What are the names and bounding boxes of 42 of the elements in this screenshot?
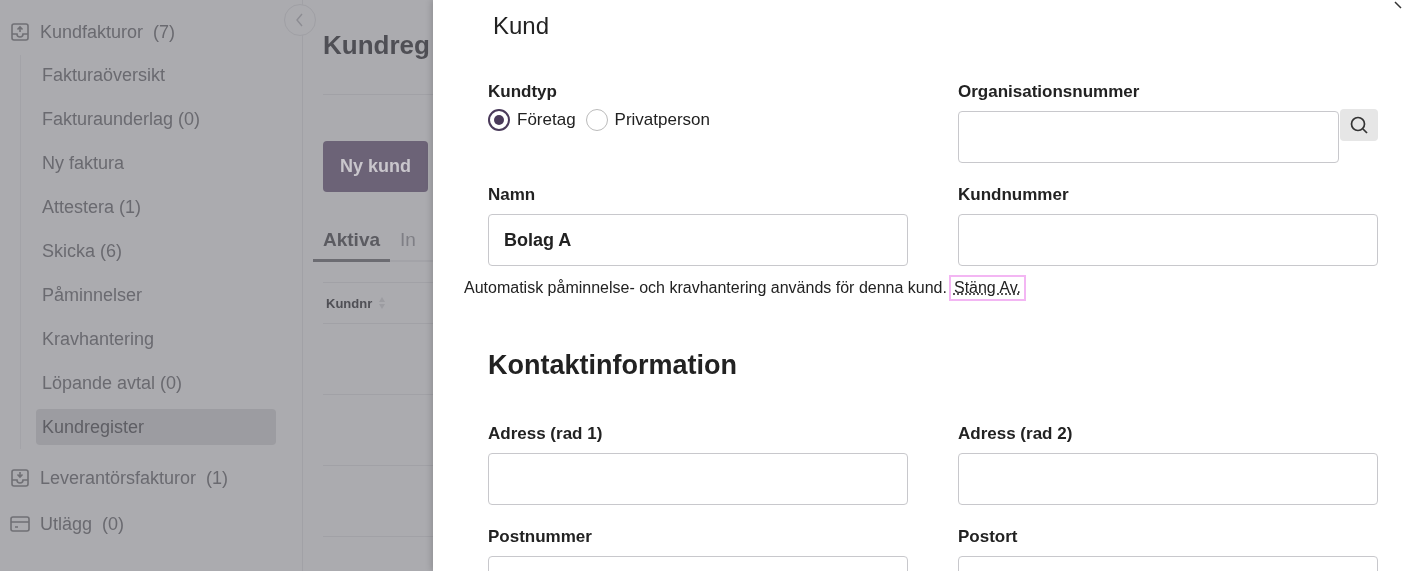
sidebar-item[interactable]: Löpande avtal (0) [36, 365, 276, 401]
new-customer-button[interactable]: Ny kund [323, 141, 428, 192]
radio-label[interactable]: Privatperson [614, 110, 711, 130]
page-title: Kundreg [323, 30, 430, 62]
search-icon [1349, 115, 1370, 135]
radio-label[interactable]: Företag [517, 110, 576, 130]
sidebar-item[interactable]: Attestera (1) [36, 189, 276, 225]
collapse-button[interactable] [284, 4, 316, 36]
sidebar-item[interactable]: Fakturaunderlag (0) [36, 101, 276, 137]
field-label: Adress (rad 1) [488, 424, 604, 444]
sidebar-item[interactable]: Skicka (6) [36, 233, 276, 269]
field-label: Kundtyp [488, 82, 558, 102]
sidebar-group-item[interactable]: Leverantörsfakturor (1) [0, 455, 229, 501]
notice-text: Automatisk påminnelse- och kravhantering används för denna kund. [464, 279, 947, 297]
input-field[interactable] [958, 453, 1378, 505]
upload-tray-icon [10, 22, 30, 42]
panel-title: Kund [493, 12, 551, 41]
input-field[interactable]: Bolag A [488, 214, 908, 266]
field-label: Postort [958, 527, 1019, 547]
sidebar-group-item[interactable]: Utlägg (0) [0, 501, 125, 547]
field-label: Organisationsnummer [958, 82, 1141, 102]
radio-button[interactable] [488, 109, 510, 131]
input-field[interactable] [958, 214, 1378, 266]
sidebar-item[interactable]: Fakturaöversikt [36, 57, 276, 93]
search-button[interactable] [1340, 109, 1378, 141]
sidebar-item[interactable]: Kravhantering [36, 321, 276, 357]
column-header[interactable]: Kundnr [326, 295, 373, 311]
input-field[interactable] [958, 111, 1340, 163]
field-label: Namn [488, 185, 537, 205]
sidebar-group-item[interactable]: Kundfakturor (7) [0, 9, 176, 55]
download-tray-icon [10, 468, 30, 488]
input-field[interactable] [488, 453, 908, 505]
turn-off-link[interactable]: Stäng Av. [948, 275, 1026, 301]
field-label: Kundnummer [958, 185, 1070, 205]
card-icon [10, 515, 30, 533]
sidebar-item[interactable]: Ny faktura [36, 145, 276, 181]
section-heading: Kontaktinformation [488, 350, 738, 382]
field-label: Postnummer [488, 527, 593, 547]
field-label: Adress (rad 2) [958, 424, 1074, 444]
sidebar-item[interactable]: Påminnelser [36, 277, 276, 313]
sidebar-item[interactable]: Kundregister [36, 409, 276, 445]
tab[interactable]: Aktiva [313, 229, 391, 262]
